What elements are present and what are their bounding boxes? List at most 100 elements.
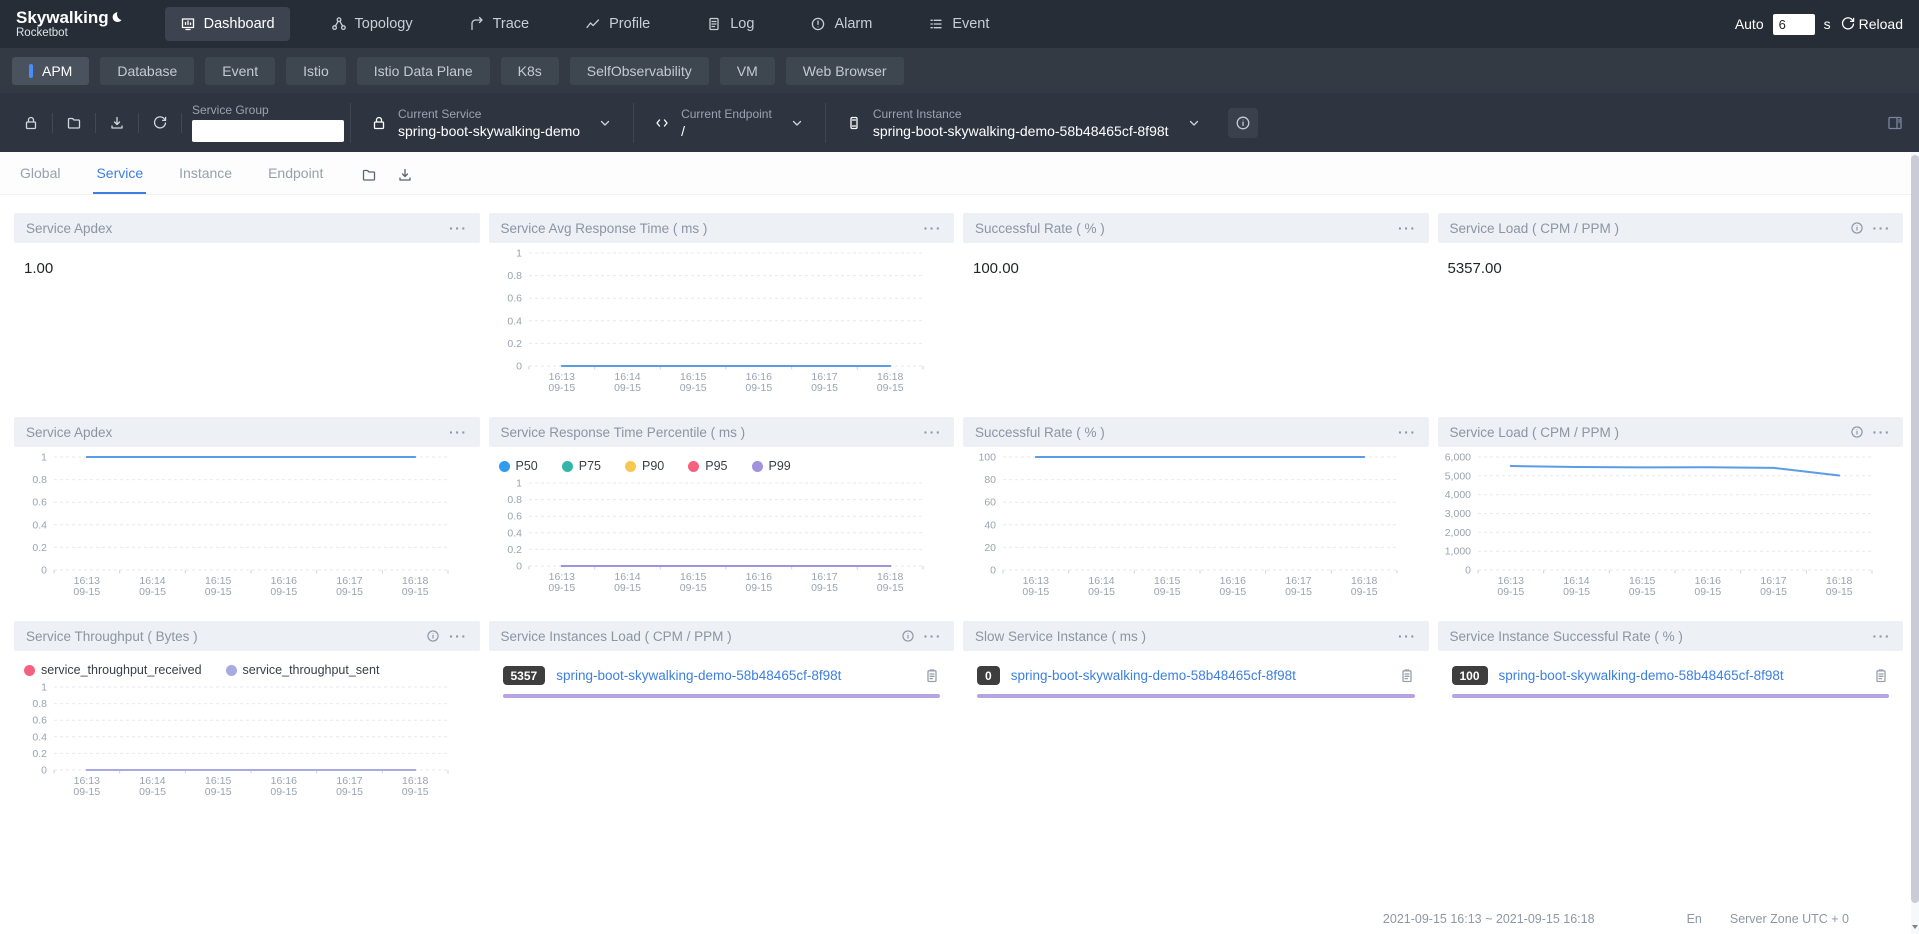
svg-text:09-15: 09-15 bbox=[679, 382, 706, 394]
svg-text:09-15: 09-15 bbox=[1088, 586, 1115, 598]
legend-item-p90[interactable]: P90 bbox=[625, 459, 664, 473]
card-menu-button[interactable]: ··· bbox=[924, 221, 943, 235]
folder-button[interactable] bbox=[53, 113, 96, 133]
info-icon[interactable] bbox=[426, 629, 440, 643]
refresh-icon bbox=[152, 115, 168, 131]
svg-text:0: 0 bbox=[41, 565, 47, 577]
instance-list-item: 0spring-boot-skywalking-demo-58b48465cf-… bbox=[977, 666, 1415, 685]
info-icon[interactable] bbox=[1850, 221, 1864, 235]
card-menu-button[interactable]: ··· bbox=[924, 425, 943, 439]
copy-icon[interactable] bbox=[1399, 668, 1415, 684]
dashboard-tab-event[interactable]: Event bbox=[205, 57, 275, 85]
svg-text:09-15: 09-15 bbox=[1497, 586, 1524, 598]
app-logo: Skywalking Rocketbot bbox=[16, 8, 123, 41]
dashboard-tab-istio-data-plane[interactable]: Istio Data Plane bbox=[357, 57, 490, 85]
dashboard-tab-k8s[interactable]: K8s bbox=[501, 57, 559, 85]
card-service-apdex: Service Apdex···00.20.40.60.8116:1309-15… bbox=[14, 417, 480, 605]
svg-text:6,000: 6,000 bbox=[1444, 452, 1470, 464]
svg-text:0: 0 bbox=[516, 561, 522, 573]
service-group-input[interactable] bbox=[192, 120, 344, 142]
nav-item-dashboard[interactable]: Dashboard bbox=[165, 7, 290, 41]
code-icon bbox=[654, 115, 670, 131]
svg-text:100: 100 bbox=[978, 452, 996, 464]
export-button[interactable] bbox=[96, 113, 139, 133]
legend-item-p75[interactable]: P75 bbox=[562, 459, 601, 473]
card-menu-button[interactable]: ··· bbox=[1873, 425, 1892, 439]
line-chart: 01,0002,0003,0004,0005,0006,00016:1309-1… bbox=[1438, 449, 1884, 600]
refresh-button[interactable] bbox=[139, 113, 182, 133]
nav-item-trace[interactable]: Trace bbox=[454, 7, 545, 41]
nav-item-topology[interactable]: Topology bbox=[316, 7, 428, 41]
sidebar-toggle-icon[interactable] bbox=[1887, 115, 1903, 131]
scrollbar-down-arrow[interactable] bbox=[1911, 922, 1919, 932]
auto-interval-input[interactable] bbox=[1773, 14, 1815, 35]
card-title: Service Instance Successful Rate ( % ) bbox=[1450, 629, 1873, 644]
card-menu-button[interactable]: ··· bbox=[449, 425, 468, 439]
nav-item-alarm[interactable]: Alarm bbox=[795, 7, 887, 41]
nav-item-profile[interactable]: Profile bbox=[570, 7, 665, 41]
nav-item-label: Dashboard bbox=[204, 16, 275, 32]
card-title: Successful Rate ( % ) bbox=[975, 425, 1398, 440]
nav-item-label: Event bbox=[952, 16, 989, 32]
dashboard-template-tabs: APM Database Event Istio Istio Data Plane K8s… bbox=[0, 48, 1919, 93]
download-icon[interactable] bbox=[397, 167, 413, 183]
lock-button[interactable] bbox=[10, 113, 53, 133]
dashboard-tab-apm[interactable]: APM bbox=[12, 57, 89, 85]
dashboard-tab-database[interactable]: Database bbox=[100, 57, 194, 85]
card-menu-button[interactable]: ··· bbox=[1398, 425, 1417, 439]
card-service-instance-successful-rate-: Service Instance Successful Rate ( % )··… bbox=[1438, 621, 1904, 809]
copy-icon[interactable] bbox=[924, 668, 940, 684]
reload-button[interactable]: Reload bbox=[1840, 16, 1903, 32]
card-header: Service Apdex··· bbox=[14, 213, 480, 243]
svg-text:09-15: 09-15 bbox=[73, 586, 100, 598]
dashboard-tab-istio[interactable]: Istio bbox=[286, 57, 346, 85]
instance-link[interactable]: spring-boot-skywalking-demo-58b48465cf-8… bbox=[1499, 668, 1862, 683]
view-tab-global[interactable]: Global bbox=[20, 165, 60, 194]
instance-link[interactable]: spring-boot-skywalking-demo-58b48465cf-8… bbox=[1011, 668, 1388, 683]
auto-unit: s bbox=[1824, 16, 1831, 32]
card-header: Service Apdex··· bbox=[14, 417, 480, 447]
info-icon[interactable] bbox=[901, 629, 915, 643]
card-header: Service Instance Successful Rate ( % )··… bbox=[1438, 621, 1904, 651]
nav-item-log[interactable]: Log bbox=[691, 7, 769, 41]
current-service-selector[interactable]: Current Service spring-boot-skywalking-d… bbox=[357, 107, 627, 139]
card-menu-button[interactable]: ··· bbox=[1873, 629, 1892, 643]
card-menu-button[interactable]: ··· bbox=[1398, 221, 1417, 235]
instance-link[interactable]: spring-boot-skywalking-demo-58b48465cf-8… bbox=[556, 668, 913, 683]
logo-title: Skywalking bbox=[16, 8, 109, 28]
current-endpoint-selector[interactable]: Current Endpoint / bbox=[640, 107, 819, 139]
dashboard-tab-selfobservability[interactable]: SelfObservability bbox=[570, 57, 709, 85]
legend-item-p99[interactable]: P99 bbox=[752, 459, 791, 473]
dashboard-tab-web-browser[interactable]: Web Browser bbox=[786, 57, 904, 85]
dashboard-tab-label: Database bbox=[117, 63, 177, 79]
legend-item-service-throughput-received[interactable]: service_throughput_received bbox=[24, 663, 202, 677]
nav-item-label: Profile bbox=[609, 16, 650, 32]
copy-icon[interactable] bbox=[1873, 668, 1889, 684]
trace-icon bbox=[469, 16, 485, 32]
folder-icon[interactable] bbox=[361, 167, 377, 183]
card-menu-button[interactable]: ··· bbox=[1873, 221, 1892, 235]
card-menu-button[interactable]: ··· bbox=[449, 629, 468, 643]
legend-item-p50[interactable]: P50 bbox=[499, 459, 538, 473]
nav-item-event[interactable]: Event bbox=[913, 7, 1004, 41]
card-menu-button[interactable]: ··· bbox=[924, 629, 943, 643]
card-header: Service Instances Load ( CPM / PPM )··· bbox=[489, 621, 955, 651]
language-switcher[interactable]: En bbox=[1687, 912, 1702, 926]
dashboard-tab-vm[interactable]: VM bbox=[720, 57, 775, 85]
instance-icon bbox=[846, 115, 862, 131]
info-button[interactable] bbox=[1228, 108, 1258, 138]
view-tab-endpoint[interactable]: Endpoint bbox=[268, 165, 323, 194]
view-tab-service[interactable]: Service bbox=[96, 165, 143, 194]
legend-item-service-throughput-sent[interactable]: service_throughput_sent bbox=[226, 663, 380, 677]
info-icon[interactable] bbox=[1850, 425, 1864, 439]
legend-item-p95[interactable]: P95 bbox=[688, 459, 727, 473]
scrollbar-thumb[interactable] bbox=[1911, 155, 1919, 903]
svg-text:0.6: 0.6 bbox=[507, 293, 522, 305]
reload-icon bbox=[1840, 16, 1856, 32]
view-tab-instance[interactable]: Instance bbox=[179, 165, 232, 194]
card-menu-button[interactable]: ··· bbox=[449, 221, 468, 235]
current-instance-selector[interactable]: Current Instance spring-boot-skywalking-… bbox=[832, 107, 1216, 139]
card-menu-button[interactable]: ··· bbox=[1398, 629, 1417, 643]
legend-dot bbox=[562, 461, 573, 472]
card-service-response-time-percentile-ms-: Service Response Time Percentile ( ms )·… bbox=[489, 417, 955, 605]
